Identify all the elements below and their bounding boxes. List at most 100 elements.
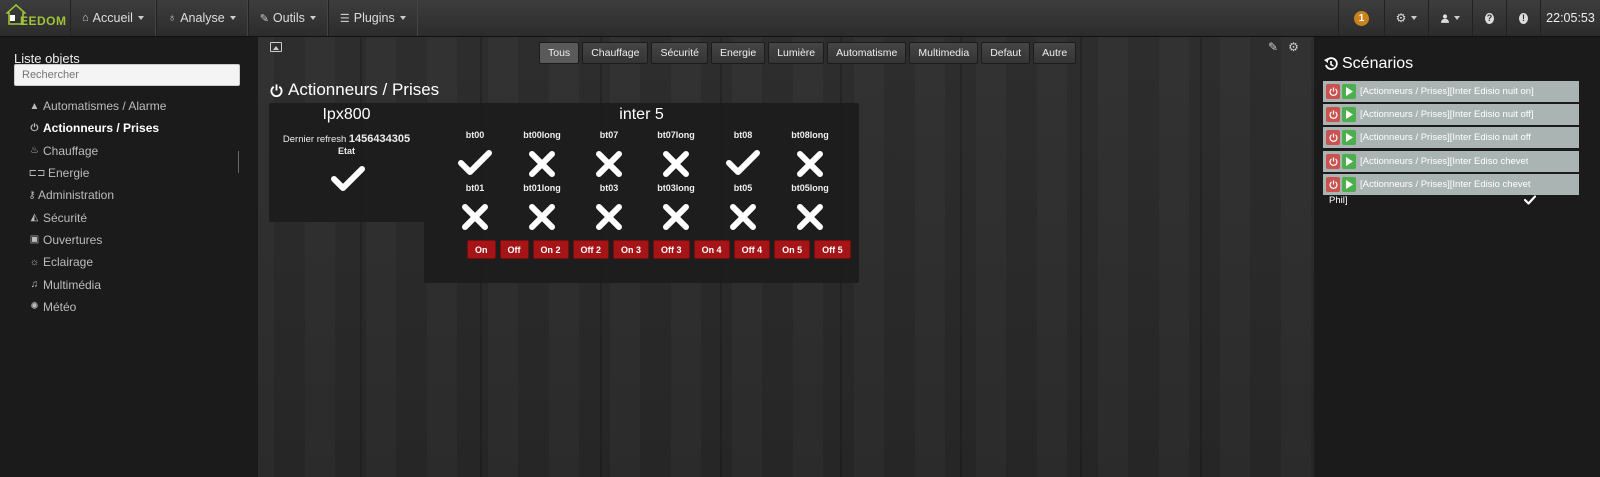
caret-down-icon	[137, 16, 144, 20]
sidebar-item-label: Ouvertures	[43, 232, 103, 247]
filter-tous[interactable]: Tous	[539, 42, 580, 64]
stop-scenario-button[interactable]	[1326, 107, 1340, 123]
filter-chauffage[interactable]: Chauffage	[582, 42, 649, 64]
off-button[interactable]: Off	[499, 240, 529, 259]
off-3-button[interactable]: Off 3	[653, 240, 690, 259]
cmd-bt03: bt03	[575, 183, 643, 231]
cmd-bt01: bt01	[441, 183, 509, 231]
stop-scenario-button[interactable]	[1326, 176, 1340, 192]
filter-lumiere[interactable]: Lumière	[768, 42, 825, 64]
play-icon	[1346, 87, 1353, 96]
cmd-label: bt05	[733, 183, 753, 193]
cmd-bt05long: bt05long	[776, 183, 844, 231]
sidebar-item-label: Administration	[38, 188, 115, 203]
music-icon: ♫	[30, 279, 39, 291]
on-5-button[interactable]: On 5	[774, 240, 811, 259]
nav-plugins[interactable]: ☰ Plugins	[327, 0, 418, 36]
cmd-label: bt00long	[523, 130, 561, 140]
play-scenario-button[interactable]	[1342, 153, 1356, 169]
sidebar-item-multimedia[interactable]: ♫ Multimédia	[28, 273, 166, 295]
play-icon	[1346, 133, 1353, 143]
category-filters: Tous Chauffage Sécurité Energie Lumière …	[539, 42, 1077, 64]
sidebar-item-energie[interactable]: ⊏⊐ Energie	[28, 162, 166, 184]
nav-outils[interactable]: ✎ Outils	[247, 0, 328, 36]
filter-defaut[interactable]: Defaut	[981, 42, 1031, 64]
sidebar-item-label: Eclairage	[43, 255, 94, 270]
search-input[interactable]	[14, 64, 240, 86]
settings-menu-button[interactable]: ⚙	[1384, 0, 1428, 36]
cmd-bt08long: bt08long	[776, 130, 844, 178]
cross-icon	[730, 204, 756, 230]
scenarios-panel: Scénarios [Actionneurs / Prises][Inter E…	[1314, 37, 1600, 477]
sidebar-item-securite[interactable]: ◭ Sécurité	[28, 206, 166, 228]
action-buttons: On Off On 2 Off 2 On 3 Off 3 On 4 Off 4 …	[467, 240, 851, 259]
nav-analyse[interactable]: ♁ Analyse	[155, 0, 248, 36]
on-button[interactable]: On	[467, 240, 496, 259]
help-button[interactable]: ?	[1472, 0, 1506, 36]
sidebar-item-label: Chauffage	[43, 143, 99, 158]
check-icon	[1524, 195, 1536, 205]
filter-autre[interactable]: Autre	[1033, 42, 1077, 64]
cmd-label: bt00	[465, 130, 485, 140]
tasks-icon: ☰	[339, 12, 350, 25]
sidebar-item-label: Actionneurs / Prises	[43, 121, 160, 136]
cmd-bt07: bt07	[575, 130, 643, 178]
sidebar-item-administration[interactable]: ⚷ Administration	[28, 184, 166, 206]
sidebar-item-meteo[interactable]: ✺ Météo	[28, 296, 166, 318]
play-scenario-button[interactable]	[1342, 84, 1356, 99]
play-icon	[1346, 110, 1353, 120]
notifications-button[interactable]: 1	[1338, 0, 1384, 36]
window-icon: ▣	[29, 234, 40, 246]
cmd-label: bt01	[465, 183, 485, 193]
fire-icon: ♨	[30, 145, 39, 157]
play-scenario-button[interactable]	[1342, 130, 1356, 146]
on-4-button[interactable]: On 4	[693, 240, 730, 259]
lightbulb-icon: ☼	[29, 256, 40, 268]
check-icon	[458, 150, 492, 175]
on-2-button[interactable]: On 2	[532, 240, 569, 259]
scenario-overflow-text: Phil]	[1329, 195, 1348, 206]
sidebar-item-eclairage[interactable]: ☼ Eclairage	[28, 251, 166, 273]
nav-plugins-label: Plugins	[353, 11, 395, 25]
filter-automatisme[interactable]: Automatisme	[827, 42, 907, 64]
stop-scenario-button[interactable]	[1326, 153, 1340, 169]
on-3-button[interactable]: On 3	[613, 240, 650, 259]
cmd-label: bt03long	[657, 183, 695, 193]
user-icon	[1441, 13, 1449, 23]
pencil-icon[interactable]: ✎	[1268, 40, 1278, 54]
sidebar-item-chauffage[interactable]: ♨ Chauffage	[28, 140, 166, 162]
cross-icon	[797, 151, 823, 177]
info-button[interactable]: !	[1506, 0, 1540, 36]
cmd-label: bt07	[599, 130, 619, 140]
sidebar-item-label: Energie	[48, 166, 90, 181]
off-4-button[interactable]: Off 4	[733, 240, 771, 259]
nav-accueil[interactable]: ⌂ Accueil	[70, 0, 156, 36]
nav-accueil-label: Accueil	[92, 11, 133, 25]
clock-text: 22:05:53	[1546, 11, 1595, 25]
top-navbar: EEDOM ⌂ Accueil ♁ Analyse ✎ Outils ☰ Plu…	[0, 0, 1600, 37]
object-sidebar: Liste objets ▲ Automatismes / Alarme ⏻ A…	[0, 37, 258, 477]
filter-multimedia[interactable]: Multimedia	[909, 42, 979, 64]
cross-icon	[663, 151, 689, 177]
scenario-list: [Actionneurs / Prises][Inter Edisio nuit…	[1323, 81, 1579, 197]
play-scenario-button[interactable]	[1342, 176, 1356, 192]
filter-securite[interactable]: Sécurité	[651, 42, 708, 64]
widget-inter5: inter 5 bt00 bt00long bt07 bt07long bt08…	[424, 103, 859, 283]
picture-icon[interactable]	[270, 42, 282, 52]
off-5-button[interactable]: Off 5	[814, 240, 851, 259]
off-2-button[interactable]: Off 2	[572, 240, 610, 259]
etat-label: Etat	[337, 146, 355, 156]
filter-energie[interactable]: Energie	[710, 42, 766, 64]
jeedom-logo[interactable]: EEDOM	[0, 0, 70, 36]
power-icon: ⏻	[30, 122, 39, 134]
cogs-icon[interactable]: ⚙	[1288, 40, 1299, 54]
sidebar-item-actionneurs[interactable]: ⏻ Actionneurs / Prises	[28, 117, 166, 139]
stop-scenario-button[interactable]	[1326, 130, 1340, 146]
play-scenario-button[interactable]	[1342, 107, 1356, 123]
cmd-label: bt08	[733, 130, 753, 140]
stop-scenario-button[interactable]	[1326, 84, 1340, 99]
sidebar-item-automatismes[interactable]: ▲ Automatismes / Alarme	[28, 95, 167, 117]
cmd-bt00long: bt00long	[508, 130, 576, 178]
user-menu-button[interactable]	[1428, 0, 1472, 36]
sidebar-item-ouvertures[interactable]: ▣ Ouvertures	[28, 229, 166, 251]
